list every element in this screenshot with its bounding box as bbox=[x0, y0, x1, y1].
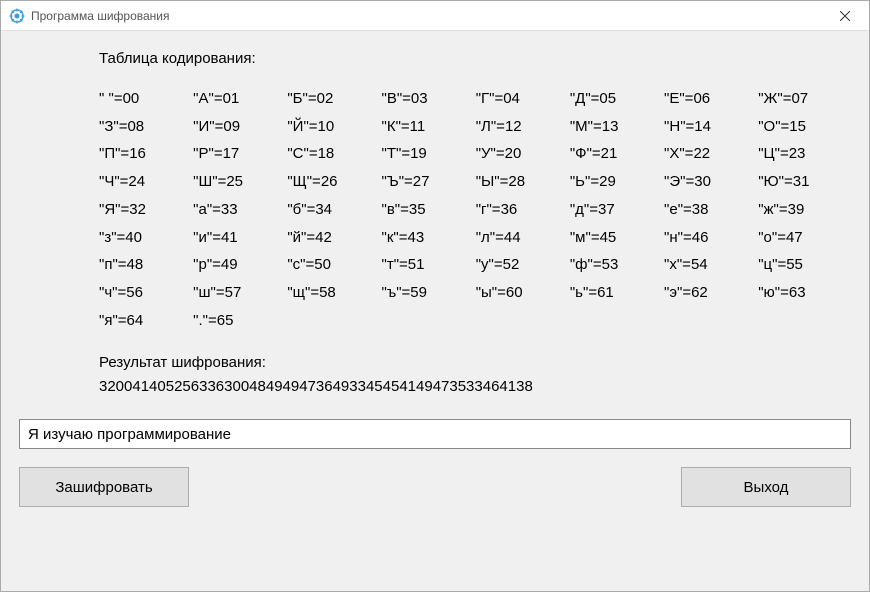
table-cell: "п"=48 bbox=[99, 251, 189, 279]
table-cell: "е"=38 bbox=[664, 196, 754, 224]
table-cell: "ъ"=59 bbox=[382, 279, 472, 307]
client-area: Таблица кодирования: " "=00 "А"=01 "Б"=0… bbox=[1, 31, 869, 591]
table-cell: "ф"=53 bbox=[570, 251, 660, 279]
table-cell: "Ж"=07 bbox=[758, 85, 848, 113]
table-cell: "Э"=30 bbox=[664, 168, 754, 196]
table-cell: "ь"=61 bbox=[570, 279, 660, 307]
result-label: Результат шифрования: bbox=[99, 349, 851, 377]
content-block: Таблица кодирования: " "=00 "А"=01 "Б"=0… bbox=[19, 45, 851, 397]
table-cell: "А"=01 bbox=[193, 85, 283, 113]
table-cell: "З"=08 bbox=[99, 113, 189, 141]
table-cell: "р"=49 bbox=[193, 251, 283, 279]
table-cell: "д"=37 bbox=[570, 196, 660, 224]
table-cell: "Х"=22 bbox=[664, 140, 754, 168]
encoding-table: " "=00 "А"=01 "Б"=02 "В"=03 "Г"=04 "Д"=0… bbox=[99, 85, 851, 335]
table-cell: "з"=40 bbox=[99, 224, 189, 252]
table-cell: " "=00 bbox=[99, 85, 189, 113]
table-cell: "г"=36 bbox=[476, 196, 566, 224]
titlebar: Программа шифрования bbox=[1, 1, 869, 31]
table-cell: "ш"=57 bbox=[193, 279, 283, 307]
window-title: Программа шифрования bbox=[31, 9, 822, 23]
table-cell: "Ф"=21 bbox=[570, 140, 660, 168]
table-cell: "н"=46 bbox=[664, 224, 754, 252]
table-cell: "Я"=32 bbox=[99, 196, 189, 224]
button-row: Зашифровать Выход bbox=[19, 467, 851, 507]
table-cell: "Г"=04 bbox=[476, 85, 566, 113]
table-cell: "м"=45 bbox=[570, 224, 660, 252]
table-cell: "э"=62 bbox=[664, 279, 754, 307]
table-heading: Таблица кодирования: bbox=[99, 45, 851, 73]
table-cell: "ж"=39 bbox=[758, 196, 848, 224]
result-value: 3200414052563363004849494736493345454149… bbox=[99, 376, 851, 397]
table-cell: "С"=18 bbox=[287, 140, 377, 168]
table-cell: "в"=35 bbox=[382, 196, 472, 224]
table-row: "З"=08 "И"=09 "Й"=10 "К"=11 "Л"=12 "М"=1… bbox=[99, 113, 851, 141]
table-row: "я"=64 "."=65 bbox=[99, 307, 851, 335]
table-cell: "И"=09 bbox=[193, 113, 283, 141]
table-cell: "б"=34 bbox=[287, 196, 377, 224]
table-cell: "к"=43 bbox=[382, 224, 472, 252]
encrypt-button-label: Зашифровать bbox=[55, 479, 152, 496]
table-cell: "о"=47 bbox=[758, 224, 848, 252]
table-cell: "У"=20 bbox=[476, 140, 566, 168]
table-cell: "Щ"=26 bbox=[287, 168, 377, 196]
table-cell: "К"=11 bbox=[382, 113, 472, 141]
table-cell: "х"=54 bbox=[664, 251, 754, 279]
table-cell: "и"=41 bbox=[193, 224, 283, 252]
table-cell: "я"=64 bbox=[99, 307, 189, 335]
table-cell: "ю"=63 bbox=[758, 279, 848, 307]
table-cell: "Ю"=31 bbox=[758, 168, 848, 196]
table-cell: "т"=51 bbox=[382, 251, 472, 279]
table-cell: "."=65 bbox=[193, 307, 283, 335]
table-row: "П"=16 "Р"=17 "С"=18 "Т"=19 "У"=20 "Ф"=2… bbox=[99, 140, 851, 168]
exit-button-label: Выход bbox=[744, 479, 789, 496]
table-row: "ч"=56 "ш"=57 "щ"=58 "ъ"=59 "ы"=60 "ь"=6… bbox=[99, 279, 851, 307]
table-cell: "Ъ"=27 bbox=[382, 168, 472, 196]
table-cell: "Й"=10 bbox=[287, 113, 377, 141]
table-cell: "В"=03 bbox=[382, 85, 472, 113]
input-row bbox=[19, 419, 851, 449]
encrypt-button[interactable]: Зашифровать bbox=[19, 467, 189, 507]
table-cell: "ц"=55 bbox=[758, 251, 848, 279]
table-cell: "М"=13 bbox=[570, 113, 660, 141]
plaintext-input[interactable] bbox=[19, 419, 851, 449]
table-cell: "Ч"=24 bbox=[99, 168, 189, 196]
table-cell: "щ"=58 bbox=[287, 279, 377, 307]
table-cell: "а"=33 bbox=[193, 196, 283, 224]
app-window: Программа шифрования Таблица кодирования… bbox=[0, 0, 870, 592]
table-cell: "с"=50 bbox=[287, 251, 377, 279]
table-cell: "Р"=17 bbox=[193, 140, 283, 168]
app-icon bbox=[9, 8, 25, 24]
table-cell: "Е"=06 bbox=[664, 85, 754, 113]
table-cell: "л"=44 bbox=[476, 224, 566, 252]
table-row: "п"=48 "р"=49 "с"=50 "т"=51 "у"=52 "ф"=5… bbox=[99, 251, 851, 279]
table-row: "з"=40 "и"=41 "й"=42 "к"=43 "л"=44 "м"=4… bbox=[99, 224, 851, 252]
table-cell: "у"=52 bbox=[476, 251, 566, 279]
table-row: "Я"=32 "а"=33 "б"=34 "в"=35 "г"=36 "д"=3… bbox=[99, 196, 851, 224]
table-cell: "Б"=02 bbox=[287, 85, 377, 113]
table-cell: "Ш"=25 bbox=[193, 168, 283, 196]
table-cell: "О"=15 bbox=[758, 113, 848, 141]
close-button[interactable] bbox=[822, 1, 867, 31]
table-cell: "Ц"=23 bbox=[758, 140, 848, 168]
table-cell: "Ь"=29 bbox=[570, 168, 660, 196]
table-cell: "ч"=56 bbox=[99, 279, 189, 307]
table-cell: "Д"=05 bbox=[570, 85, 660, 113]
table-cell: "й"=42 bbox=[287, 224, 377, 252]
table-cell: "Т"=19 bbox=[382, 140, 472, 168]
table-cell: "Л"=12 bbox=[476, 113, 566, 141]
table-row: " "=00 "А"=01 "Б"=02 "В"=03 "Г"=04 "Д"=0… bbox=[99, 85, 851, 113]
table-cell: "ы"=60 bbox=[476, 279, 566, 307]
exit-button[interactable]: Выход bbox=[681, 467, 851, 507]
table-cell: "Ы"=28 bbox=[476, 168, 566, 196]
table-row: "Ч"=24 "Ш"=25 "Щ"=26 "Ъ"=27 "Ы"=28 "Ь"=2… bbox=[99, 168, 851, 196]
table-cell: "Н"=14 bbox=[664, 113, 754, 141]
table-cell: "П"=16 bbox=[99, 140, 189, 168]
